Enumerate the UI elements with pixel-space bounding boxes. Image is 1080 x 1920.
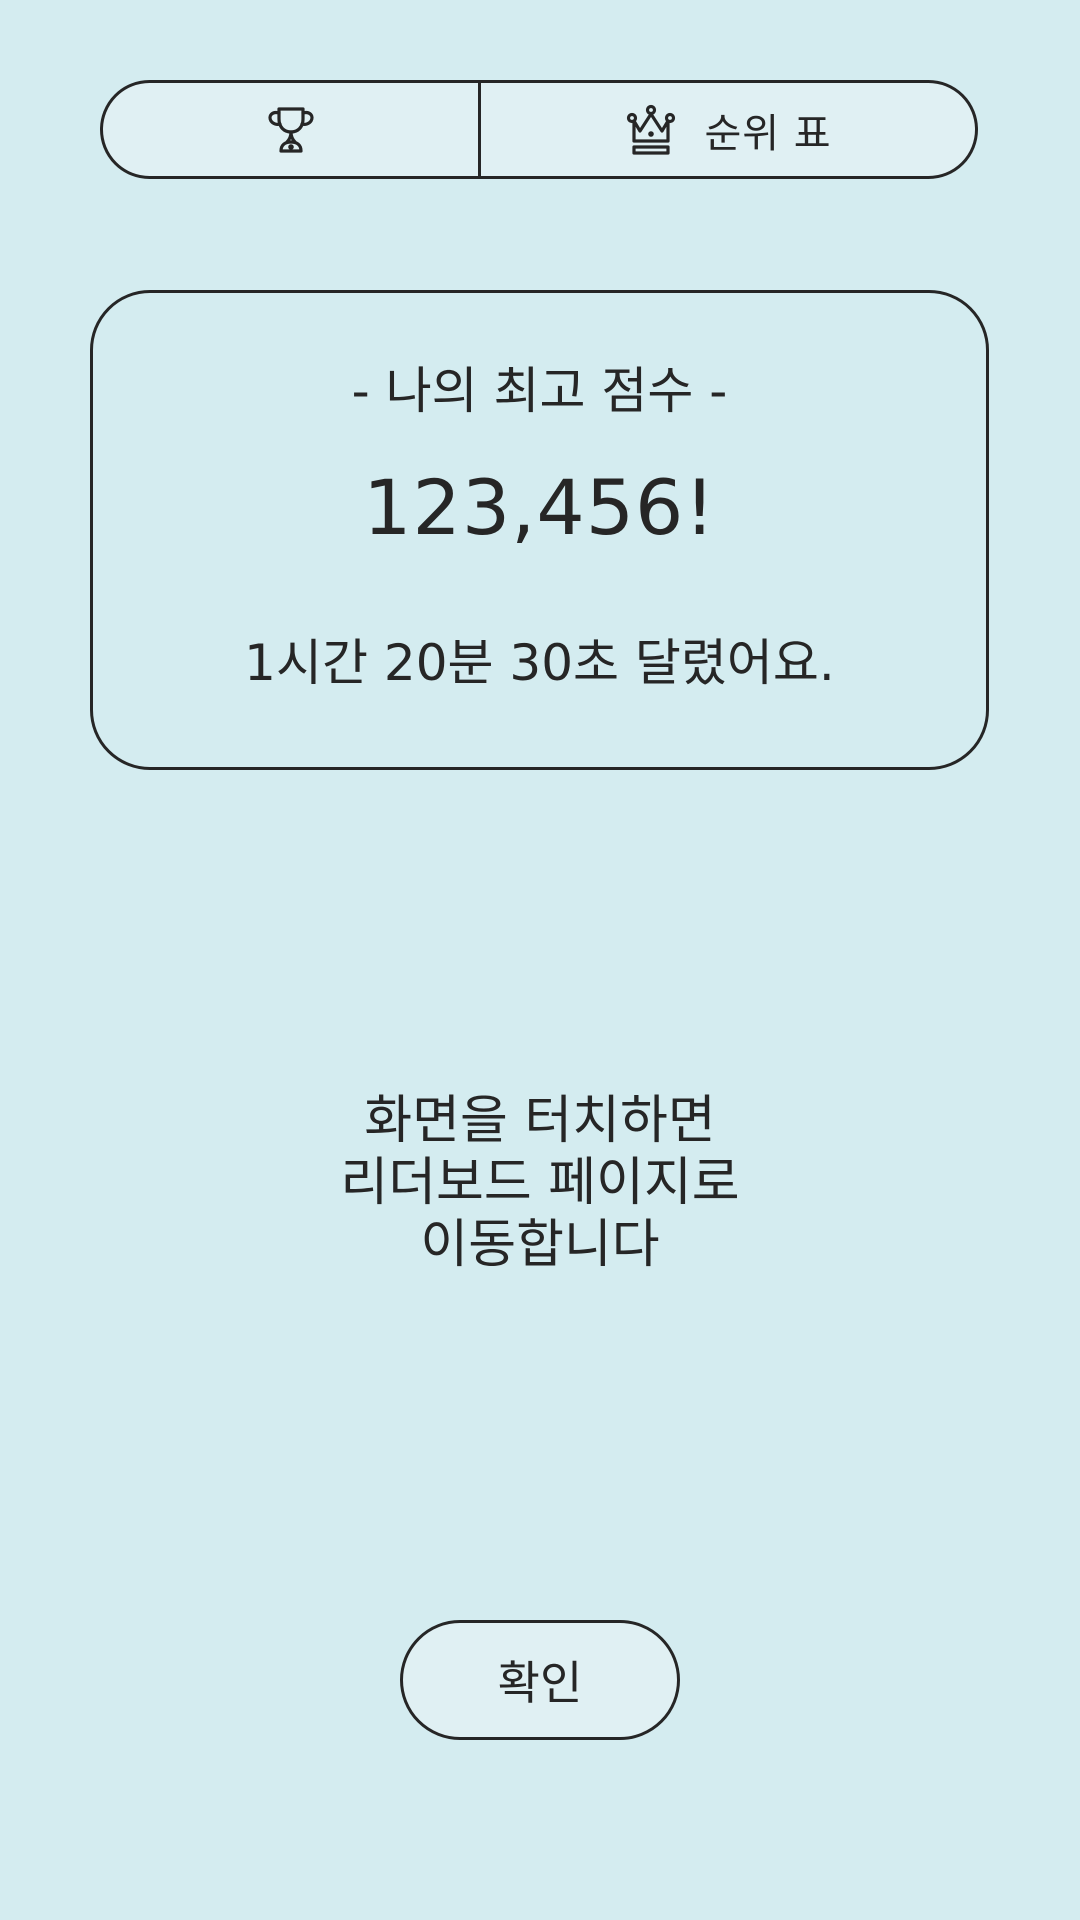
instruction-line: 리더보드 페이지로	[340, 1153, 740, 1213]
best-score-title: - 나의 최고 점수 -	[351, 362, 728, 420]
confirm-button[interactable]: 확인	[400, 1620, 680, 1740]
tab-bar: 순위 표	[100, 80, 978, 179]
tab-trophy[interactable]	[103, 83, 481, 176]
result-screen[interactable]: { "tabs": [ { "icon": "trophy-icon", "la…	[0, 0, 1080, 1920]
instruction-line: 화면을 터치하면	[364, 1091, 716, 1151]
instruction-line: 이동합니다	[420, 1215, 660, 1275]
trophy-icon	[264, 103, 318, 157]
run-time-text: 1시간 20분 30초 달렸어요.	[244, 634, 835, 692]
best-score-value: 123,456!	[363, 463, 716, 552]
crown-icon	[624, 103, 678, 157]
tab-leaderboard-label: 순위 표	[704, 110, 832, 157]
best-score-card: - 나의 최고 점수 - 123,456! 1시간 20분 30초 달렸어요.	[90, 290, 989, 770]
tab-leaderboard[interactable]: 순위 표	[481, 83, 975, 176]
touch-instruction: 화면을 터치하면 리더보드 페이지로 이동합니다	[0, 1090, 1080, 1276]
